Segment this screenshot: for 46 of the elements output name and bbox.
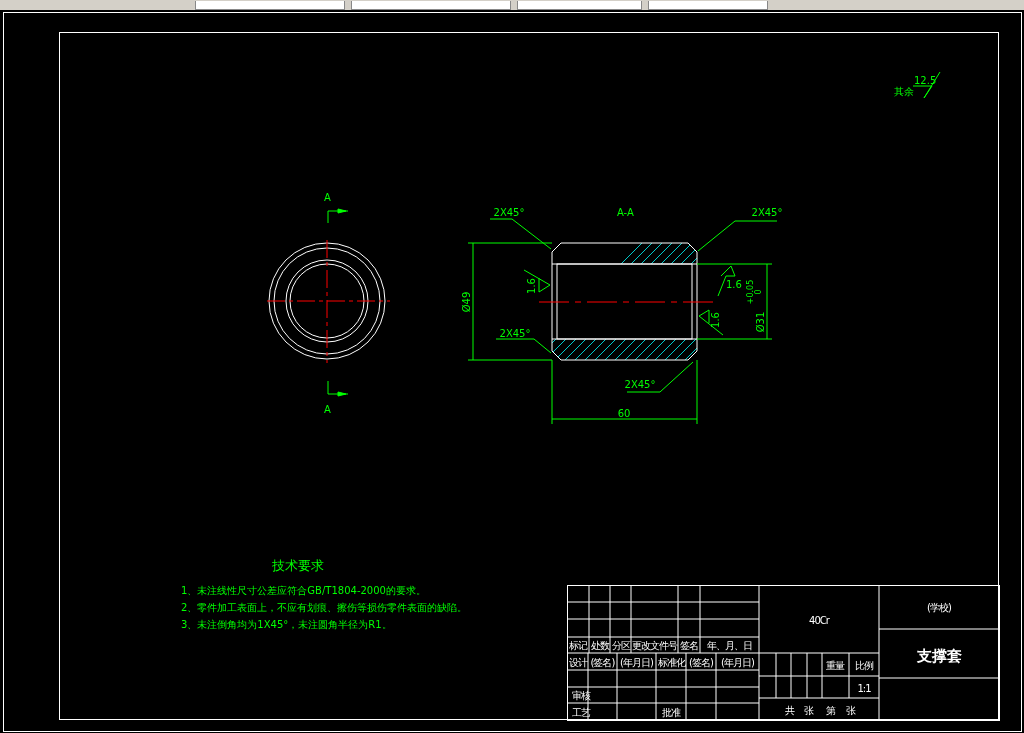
table-cell: (签名) — [590, 657, 615, 668]
table-cell: 设计 — [568, 657, 587, 668]
table-cell: 签名 — [680, 640, 698, 651]
table-cell: 审核 — [572, 690, 590, 701]
note-item: 2、零件加工表面上，不应有划痕、擦伤等损伤零件表面的缺陷。 — [181, 602, 468, 613]
table-cell: 重量 — [826, 660, 844, 671]
note-item: 3、未注倒角均为1X45°，未注圆角半径为R1。 — [181, 619, 392, 630]
table-cell: (年月日) — [721, 657, 754, 668]
cut-label: A — [324, 404, 331, 415]
table-cell: 第 — [825, 705, 835, 716]
part-name: 支撑套 — [916, 647, 962, 665]
chamfer-label: 2X45° — [751, 207, 783, 218]
roughness-value: 12.5 — [914, 75, 937, 86]
table-cell: 工艺 — [572, 707, 590, 718]
roughness-value: 1.6 — [726, 279, 742, 290]
table-cell: 标记 — [569, 640, 587, 651]
table-cell: (签名) — [689, 657, 713, 668]
table-cell: (年月日) — [620, 657, 653, 668]
table-cell: 共 — [784, 705, 794, 716]
table-cell: 年、月、日 — [707, 640, 752, 651]
chamfer-label: 2X45° — [624, 379, 656, 390]
chamfer-label: 2X45° — [493, 207, 525, 218]
length-dimension: 60 — [617, 408, 631, 419]
school-text: (学校) — [927, 602, 951, 613]
note-item: 1、未注线性尺寸公差应符合GB/T1804-2000的要求。 — [181, 585, 426, 596]
roughness-value: 1.6 — [710, 312, 721, 328]
table-cell: 批准 — [662, 707, 680, 718]
tolerance-upper: +0.05 — [746, 279, 755, 305]
chamfer-label: 2X45° — [499, 328, 531, 339]
notes-title: 技术要求 — [272, 558, 324, 573]
diameter-dimension: Ø31 — [755, 311, 766, 333]
general-roughness-label: 其余 — [894, 86, 914, 97]
table-cell: 分区 — [611, 640, 630, 651]
tolerance-lower: 0 — [754, 289, 763, 295]
cut-label: A — [324, 192, 331, 203]
table-cell: 处数 — [590, 640, 609, 651]
material-text: 40Cr — [809, 615, 829, 626]
table-cell: 更改文件号 — [632, 640, 677, 651]
table-cell: 张 — [803, 705, 813, 716]
table-cell: 标准化 — [657, 657, 685, 668]
table-cell: 1:1 — [857, 683, 871, 694]
roughness-value: 1.6 — [526, 278, 537, 294]
diameter-dimension: Ø49 — [461, 291, 472, 313]
section-title: A-A — [617, 207, 634, 218]
table-cell: 张 — [845, 705, 855, 716]
table-cell: 比例 — [855, 660, 873, 671]
